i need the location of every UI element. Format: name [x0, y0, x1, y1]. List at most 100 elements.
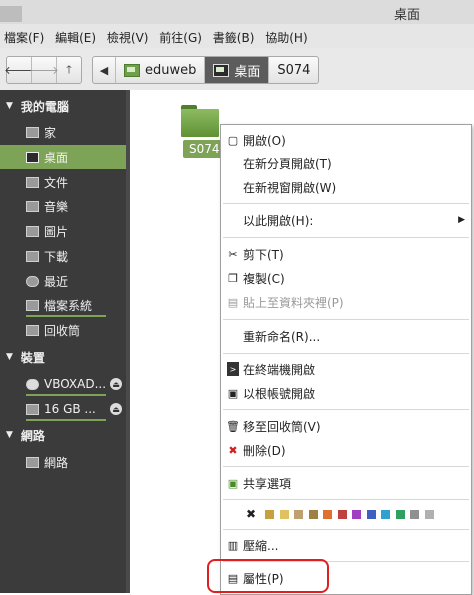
- menu-file[interactable]: 檔案(F): [4, 29, 44, 46]
- nav-buttons: 🡐 🡒 🡑: [4, 56, 82, 84]
- menu-item-open-new-window[interactable]: 在新視窗開啟(W): [221, 176, 471, 198]
- color-swatch[interactable]: [337, 510, 347, 519]
- back-button[interactable]: 🡐: [4, 57, 34, 83]
- context-menu: ▢ 開啟(O) 在新分頁開啟(T) 在新視窗開啟(W) 以此開啟(H): ▶ ✂ 剪下…: [220, 124, 472, 595]
- sidebar-item-label: 文件: [44, 175, 69, 190]
- sidebar-item-label: 家: [44, 125, 57, 140]
- sidebar-item-filesystem[interactable]: 檔案系統: [0, 293, 126, 317]
- terminal-icon: >: [227, 362, 239, 376]
- highlight-box: [207, 559, 329, 593]
- sidebar-item-16gb[interactable]: 16 GB ...: [0, 397, 126, 421]
- breadcrumb-eduweb[interactable]: eduweb: [116, 57, 206, 83]
- menu-item-compress[interactable]: ▥ 壓縮...: [221, 534, 471, 556]
- color-swatch[interactable]: [308, 510, 318, 519]
- color-swatch[interactable]: [294, 510, 303, 519]
- menu-item-label: 壓縮...: [243, 538, 279, 553]
- menu-item-label: 刪除(D): [243, 443, 286, 458]
- documents-icon: [26, 176, 39, 188]
- menu-separator: [223, 466, 469, 467]
- disc-icon: [26, 378, 39, 390]
- menu-item-open-with[interactable]: 以此開啟(H): ▶: [221, 209, 471, 231]
- trash-icon: 🗑: [226, 419, 240, 433]
- menu-item-cut[interactable]: ✂ 剪下(T): [221, 243, 471, 265]
- pictures-icon: [26, 225, 39, 237]
- breadcrumb-label: S074: [277, 62, 311, 78]
- breadcrumb-s074[interactable]: S074: [269, 57, 318, 83]
- arrow-right-icon: 🡒: [29, 64, 59, 77]
- menu-item-rename[interactable]: 重新命名(R)...: [221, 325, 471, 347]
- sidebar-section-computer[interactable]: ▼ 我的電腦: [0, 96, 69, 116]
- breadcrumb-label: eduweb: [145, 62, 197, 78]
- copy-icon: ❐: [228, 271, 238, 285]
- clear-color-icon[interactable]: ✖: [246, 507, 256, 521]
- breadcrumb: ◀ eduweb 桌面 S074: [92, 56, 320, 84]
- menu-item-copy[interactable]: ❐ 複製(C): [221, 267, 471, 289]
- menu-separator: [223, 409, 469, 410]
- sidebar-section-network[interactable]: ▼ 網路: [0, 425, 45, 445]
- usage-bar: [26, 315, 106, 317]
- sidebar-item-label: 檔案系統: [44, 298, 93, 313]
- sidebar-item-label: 桌面: [44, 150, 69, 165]
- menu-item-delete[interactable]: ✖ 刪除(D): [221, 439, 471, 461]
- breadcrumb-desktop[interactable]: 桌面: [205, 57, 270, 83]
- menu-edit[interactable]: 編輯(E): [55, 29, 96, 46]
- sidebar-item-home[interactable]: 家: [0, 120, 126, 144]
- color-swatch[interactable]: [424, 510, 434, 519]
- home-icon: [26, 126, 39, 138]
- sidebar-item-recent[interactable]: 最近: [0, 269, 126, 293]
- sidebar-item-vboxad[interactable]: VBOXAD...: [0, 372, 126, 396]
- menu-item-sharing-options[interactable]: ▣ 共享選項: [221, 472, 471, 494]
- menu-separator: [223, 499, 469, 500]
- menu-item-open-in-terminal[interactable]: > 在終端機開啟: [221, 358, 471, 380]
- color-swatch[interactable]: [395, 510, 405, 519]
- submenu-arrow-icon: ▶: [458, 215, 465, 225]
- menu-item-label: 貼上至資料夾裡(P): [243, 295, 344, 310]
- archive-icon: ▥: [227, 538, 239, 552]
- menu-item-label: 重新命名(R)...: [243, 329, 321, 344]
- delete-icon: ✖: [228, 443, 238, 457]
- sidebar-item-desktop[interactable]: 桌面: [0, 145, 126, 169]
- eject-icon[interactable]: ⏏: [110, 403, 122, 415]
- sidebar-item-label: VBOXAD...: [44, 377, 107, 391]
- menu-separator: [223, 353, 469, 354]
- breadcrumb-toggle-button[interactable]: ◀: [93, 57, 116, 83]
- triangle-down-icon: ▼: [6, 101, 13, 111]
- sidebar-item-documents[interactable]: 文件: [0, 170, 126, 194]
- color-swatch[interactable]: [352, 510, 361, 519]
- eject-icon[interactable]: ⏏: [110, 378, 122, 390]
- menu-item-paste-into-folder[interactable]: ▤ 貼上至資料夾裡(P): [221, 291, 471, 313]
- music-icon: [26, 200, 39, 212]
- sidebar-item-trash[interactable]: 回收筒: [0, 318, 126, 342]
- sidebar-item-downloads[interactable]: 下載: [0, 244, 126, 268]
- title-bar: 桌面: [0, 0, 474, 24]
- menu-help[interactable]: 協助(H): [265, 29, 307, 46]
- color-swatch[interactable]: [410, 510, 419, 519]
- folder-icon[interactable]: [181, 105, 219, 137]
- menu-view[interactable]: 檢視(V): [107, 29, 149, 46]
- sidebar-item-network[interactable]: 網路: [0, 450, 126, 474]
- menu-item-open-new-tab[interactable]: 在新分頁開啟(T): [221, 152, 471, 174]
- color-swatch[interactable]: [366, 510, 376, 519]
- sidebar: ▼ 我的電腦 家 桌面 文件 音樂 圖片 下載 最近 檔案系統 回收筒 ▼ 裝置 V…: [0, 90, 126, 593]
- forward-button[interactable]: 🡒: [29, 57, 59, 83]
- menu-item-move-to-trash[interactable]: 🗑 移至回收筒(V): [221, 415, 471, 437]
- sidebar-item-pictures[interactable]: 圖片: [0, 219, 126, 243]
- color-swatch[interactable]: [323, 510, 332, 519]
- sidebar-item-label: 回收筒: [44, 323, 81, 338]
- menu-item-open-as-root[interactable]: ▣ 以根帳號開啟: [221, 382, 471, 404]
- sidebar-item-music[interactable]: 音樂: [0, 194, 126, 218]
- menu-go[interactable]: 前往(G): [159, 29, 202, 46]
- color-swatch[interactable]: [279, 510, 289, 519]
- menu-item-open[interactable]: ▢ 開啟(O): [221, 129, 471, 151]
- up-button[interactable]: 🡑: [57, 57, 81, 83]
- sidebar-section-devices[interactable]: ▼ 裝置: [0, 347, 45, 367]
- downloads-icon: [26, 250, 39, 262]
- trash-icon: [26, 324, 39, 336]
- desktop-icon: [213, 63, 230, 77]
- share-icon: ▣: [227, 476, 239, 490]
- color-swatch[interactable]: [265, 510, 274, 519]
- color-swatch[interactable]: [381, 510, 390, 519]
- window-title: 桌面: [393, 8, 420, 23]
- menu-bookmarks[interactable]: 書籤(B): [213, 29, 255, 46]
- network-icon: [26, 456, 39, 468]
